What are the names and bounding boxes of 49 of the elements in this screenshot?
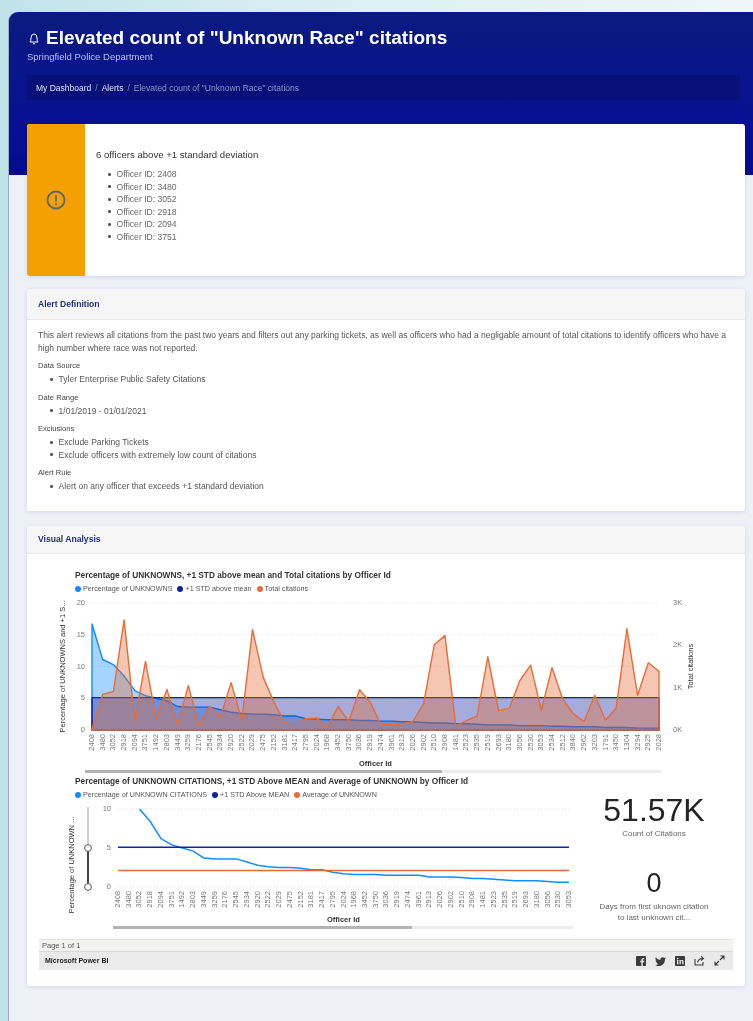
definition-item: Exclude officers with extremely low count of citations <box>58 448 257 461</box>
breadcrumb-link[interactable]: Alerts <box>101 82 124 93</box>
linkedin-icon[interactable] <box>675 955 685 966</box>
bullet-icon <box>108 222 111 226</box>
chart-title: Percentage of UNKNOWNS, +1 STD above mean and Total citations by Officer Id <box>74 568 392 581</box>
bullet-icon <box>108 197 111 201</box>
officer-id: Officer ID: 3052 <box>116 193 177 206</box>
bullet-icon <box>50 377 53 381</box>
expand-icon[interactable] <box>714 955 725 966</box>
chart-title: Percentage of UNKNOWN CITATIONS, +1 STD Above MEAN and Average of UNKNOWN by Officer Id <box>74 774 470 787</box>
alert-title: 6 officers above +1 standard deviation <box>96 149 259 160</box>
bullet-icon <box>108 172 111 176</box>
facebook-icon[interactable] <box>636 955 646 966</box>
range-slider[interactable] <box>84 805 92 891</box>
breadcrumb-current: Elevated count of "Unknown Race" citations <box>133 82 300 93</box>
bullet-icon <box>108 210 111 214</box>
officer-id: Officer ID: 3480 <box>116 180 177 193</box>
page-title: Elevated count of "Unknown Race" citations <box>46 27 448 49</box>
bullet-icon <box>50 453 53 457</box>
definition-item: 1/01/2019 - 01/01/2021 <box>58 404 147 417</box>
bullet-icon <box>108 235 111 239</box>
description-text: This alert reviews all citations from the past two years and filters out any parking tickets, as well as officers who had a negligable amount of total citations to identify officers who have a high number where race was not reported. <box>38 329 728 354</box>
officer-id: Officer ID: 2918 <box>116 205 177 218</box>
definition-item: Exclude Parking Tickets <box>58 436 149 449</box>
bullet-icon <box>50 409 53 413</box>
scrollbar[interactable] <box>113 925 573 929</box>
breadcrumb-separator: / <box>127 82 130 93</box>
warning-icon <box>46 190 66 210</box>
officer-id: Officer ID: 2094 <box>116 218 177 231</box>
kpi-value: 51.57K <box>603 792 705 827</box>
bullet-icon <box>50 484 53 488</box>
bell-icon <box>27 30 41 46</box>
kpi-label: Days from first uknown citation to last unknown cit... <box>599 900 709 923</box>
definition-item: Tyler Enterprise Public Safety Citations <box>58 373 206 386</box>
kpi-label: Count of Citations <box>622 828 686 838</box>
section-heading: Visual Analysis <box>38 534 101 544</box>
section-heading: Alert Definition <box>38 299 100 309</box>
officer-id: Officer ID: 2408 <box>116 168 177 181</box>
kpi-value: 0 <box>646 867 662 898</box>
twitter-icon[interactable] <box>655 955 666 966</box>
share-icon[interactable] <box>694 955 705 966</box>
definition-item: Alert on any officer that exceeds +1 standard deviation <box>58 480 264 493</box>
breadcrumb-separator: / <box>95 82 98 93</box>
breadcrumb-link[interactable]: My Dashboard <box>36 82 92 93</box>
bullet-icon <box>108 185 111 189</box>
bullet-icon <box>50 440 53 444</box>
scrollbar[interactable] <box>85 769 661 773</box>
page-subtitle: Springfield Police Department <box>27 50 154 64</box>
officer-id: Officer ID: 3751 <box>116 230 177 243</box>
